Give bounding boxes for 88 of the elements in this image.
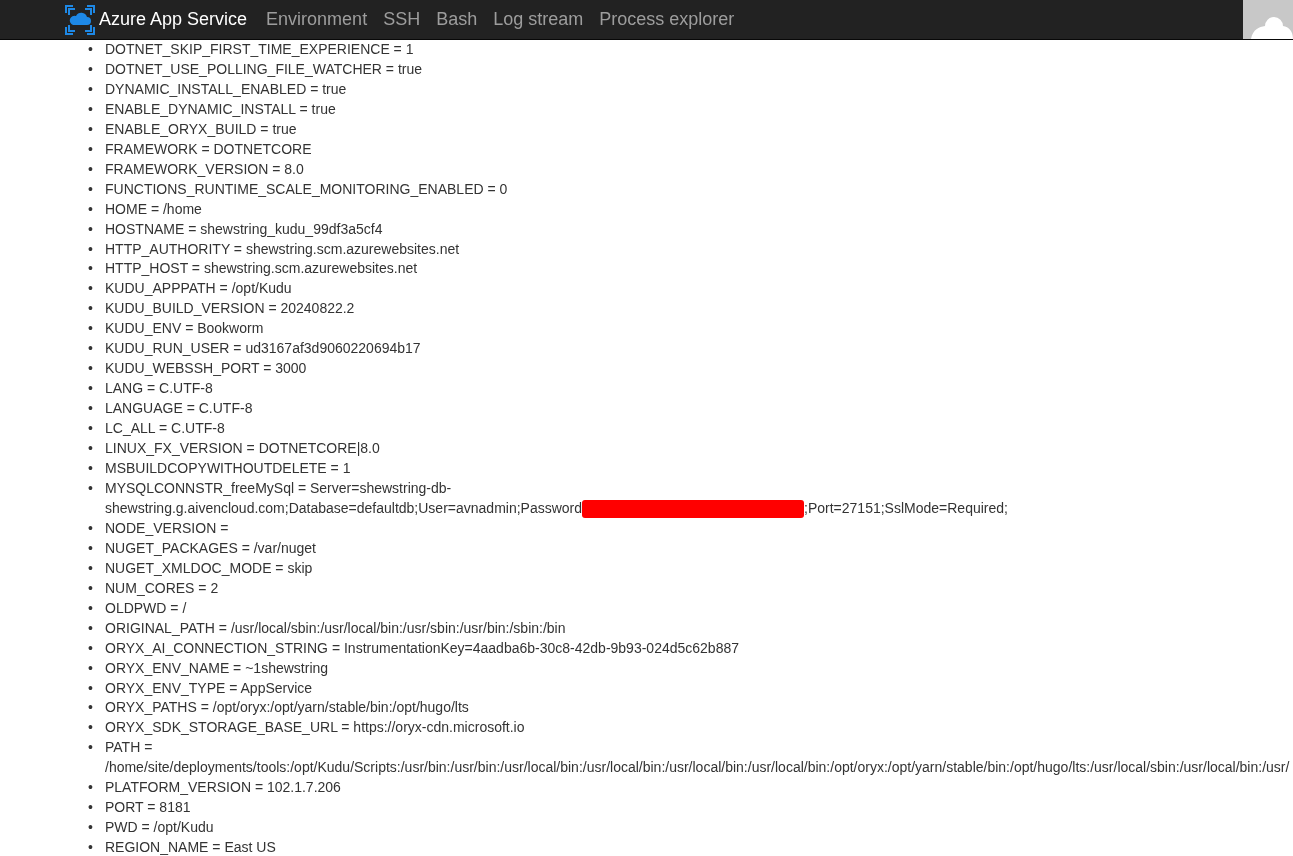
environment-variable: ;Port=27151;SslMode=Required; bbox=[804, 499, 1008, 516]
list-bullet: • bbox=[88, 179, 94, 199]
nav-link[interactable]: Process explorer bbox=[599, 9, 735, 30]
list-bullet: • bbox=[88, 359, 94, 379]
nav-link[interactable]: Environment bbox=[266, 9, 368, 30]
list-bullet: • bbox=[88, 538, 94, 558]
environment-variable: OLDPWD = / bbox=[105, 599, 187, 616]
environment-variable: LANG = C.UTF-8 bbox=[105, 380, 213, 397]
environment-variable: DOTNET_SKIP_FIRST_TIME_EXPERIENCE = 1 bbox=[105, 41, 414, 57]
list-bullet: • bbox=[88, 618, 94, 638]
environment-variable: KUDU_BUILD_VERSION = 20240822.2 bbox=[105, 300, 355, 317]
environment-variable: FUNCTIONS_RUNTIME_SCALE_MONITORING_ENABLED = 0 bbox=[105, 180, 508, 197]
environment-variable: MSBUILDCOPYWITHOUTDELETE = 1 bbox=[105, 460, 351, 476]
list-bullet: • bbox=[88, 99, 94, 119]
environment-variable: ORYX_AI_CONNECTION_STRING = InstrumentationKey=4aadba6b-30c8-42db-9b93-024d5c62b887 bbox=[105, 639, 739, 656]
user-avatar-icon[interactable] bbox=[1243, 0, 1293, 39]
list-bullet: • bbox=[88, 139, 94, 159]
environment-variable: LINUX_FX_VERSION = DOTNETCORE|8.0 bbox=[105, 440, 380, 457]
environment-variable: ENABLE_DYNAMIC_INSTALL = true bbox=[105, 100, 336, 117]
environment-variable: DOTNET_USE_POLLING_FILE_WATCHER = true bbox=[105, 60, 423, 77]
environment-variable: REGION_NAME = East US bbox=[105, 839, 276, 856]
brand-link[interactable]: Azure App Service bbox=[65, 4, 248, 35]
environment-variable: ORIGINAL_PATH = /usr/local/sbin:/usr/local/bin:/usr/sbin:/usr/bin:/sbin:/bin bbox=[105, 619, 566, 636]
list-bullet: • bbox=[88, 518, 94, 538]
environment-variable: ENABLE_ORYX_BUILD = true bbox=[105, 120, 297, 137]
environment-variable: PATH = /home/site/deployments/tools:/opt/Kudu/Scripts:/usr/bin:/usr/bin:/usr/local/bin:/usr/local/bin:/usr/local/bin:/usr/local/bin:/opt/oryx:/opt/yarn/stable/bin:/opt/hugo/lts:/usr/local/sbin:/usr/local/bin:/usr/ bbox=[105, 739, 1290, 776]
list-bullet: • bbox=[88, 558, 94, 578]
list-bullet: • bbox=[88, 219, 94, 239]
nav-link[interactable]: Log stream bbox=[493, 9, 584, 30]
environment-variable: LC_ALL = C.UTF-8 bbox=[105, 420, 225, 437]
list-bullet: • bbox=[88, 259, 94, 279]
nav-link[interactable]: Bash bbox=[436, 9, 478, 30]
list-bullet: • bbox=[88, 598, 94, 618]
list-bullet: • bbox=[88, 718, 94, 738]
list-bullet: • bbox=[88, 818, 94, 838]
list-bullet: • bbox=[88, 798, 94, 818]
environment-variable: PORT = 8181 bbox=[105, 799, 191, 816]
environment-variable: NUM_CORES = 2 bbox=[105, 579, 219, 596]
environment-variable: LANGUAGE = C.UTF-8 bbox=[105, 400, 253, 417]
list-bullet: • bbox=[88, 578, 94, 598]
environment-variable: KUDU_WEBSSH_PORT = 3000 bbox=[105, 360, 307, 377]
list-bullet: • bbox=[88, 419, 94, 439]
environment-variable: shewstring.g.aivencloud.com;Database=defaultdb;User=avnadmin;Password bbox=[105, 499, 583, 516]
list-bullet: • bbox=[88, 299, 94, 319]
list-bullet: • bbox=[88, 738, 94, 758]
list-bullet: • bbox=[88, 119, 94, 139]
environment-variable: HOME = /home bbox=[105, 200, 202, 217]
environment-variable: HOSTNAME = shewstring_kudu_99df3a5cf4 bbox=[105, 220, 383, 237]
nav-link[interactable]: SSH bbox=[383, 9, 421, 30]
environment-variable: KUDU_RUN_USER = ud3167af3d9060220694b17 bbox=[105, 340, 421, 357]
list-bullet: • bbox=[88, 279, 94, 299]
environment-variable: ORYX_ENV_NAME = ~1shewstring bbox=[105, 659, 329, 676]
environment-variable: PLATFORM_VERSION = 102.1.7.206 bbox=[105, 779, 341, 796]
list-bullet: • bbox=[88, 339, 94, 359]
list-bullet: • bbox=[88, 638, 94, 658]
environment-variable: NODE_VERSION = bbox=[105, 519, 229, 536]
list-bullet: • bbox=[88, 239, 94, 259]
list-bullet: • bbox=[88, 159, 94, 179]
environment-variable: NUGET_XMLDOC_MODE = skip bbox=[105, 559, 313, 576]
environment-variable: FRAMEWORK_VERSION = 8.0 bbox=[105, 160, 304, 177]
environment-variable: DYNAMIC_INSTALL_ENABLED = true bbox=[105, 80, 347, 97]
environment-variable: FRAMEWORK = DOTNETCORE bbox=[105, 140, 312, 157]
list-bullet: • bbox=[88, 478, 94, 498]
list-bullet: • bbox=[88, 399, 94, 419]
environment-variable: KUDU_ENV = Bookworm bbox=[105, 320, 264, 337]
environment-variable: HTTP_HOST = shewstring.scm.azurewebsites.net bbox=[105, 260, 418, 277]
environment-variable: NUGET_PACKAGES = /var/nuget bbox=[105, 539, 316, 556]
environment-variable: MYSQLCONNSTR_freeMySql = Server=shewstring-db- bbox=[105, 479, 452, 496]
environment-variable: PWD = /opt/Kudu bbox=[105, 819, 214, 836]
list-bullet: • bbox=[88, 838, 94, 856]
list-bullet: • bbox=[88, 778, 94, 798]
list-bullet: • bbox=[88, 698, 94, 718]
list-bullet: • bbox=[88, 199, 94, 219]
list-bullet: • bbox=[88, 79, 94, 99]
list-bullet: • bbox=[88, 379, 94, 399]
environment-variable: ORYX_SDK_STORAGE_BASE_URL = https://oryx-cdn.microsoft.io bbox=[105, 719, 525, 736]
list-bullet: • bbox=[88, 59, 94, 79]
cloud-logo-icon bbox=[65, 4, 95, 35]
list-bullet: • bbox=[88, 678, 94, 698]
list-bullet: • bbox=[88, 459, 94, 478]
environment-variable: KUDU_APPPATH = /opt/Kudu bbox=[105, 280, 292, 297]
list-bullet: • bbox=[88, 40, 94, 59]
environment-variable: ORYX_ENV_TYPE = AppService bbox=[105, 679, 313, 696]
list-bullet: • bbox=[88, 439, 94, 459]
environment-variable: HTTP_AUTHORITY = shewstring.scm.azurewebsites.net bbox=[105, 240, 460, 257]
list-bullet: • bbox=[88, 658, 94, 678]
list-bullet: • bbox=[88, 319, 94, 339]
environment-variable: ORYX_PATHS = /opt/oryx:/opt/yarn/stable/bin:/opt/hugo/lts bbox=[105, 699, 469, 716]
